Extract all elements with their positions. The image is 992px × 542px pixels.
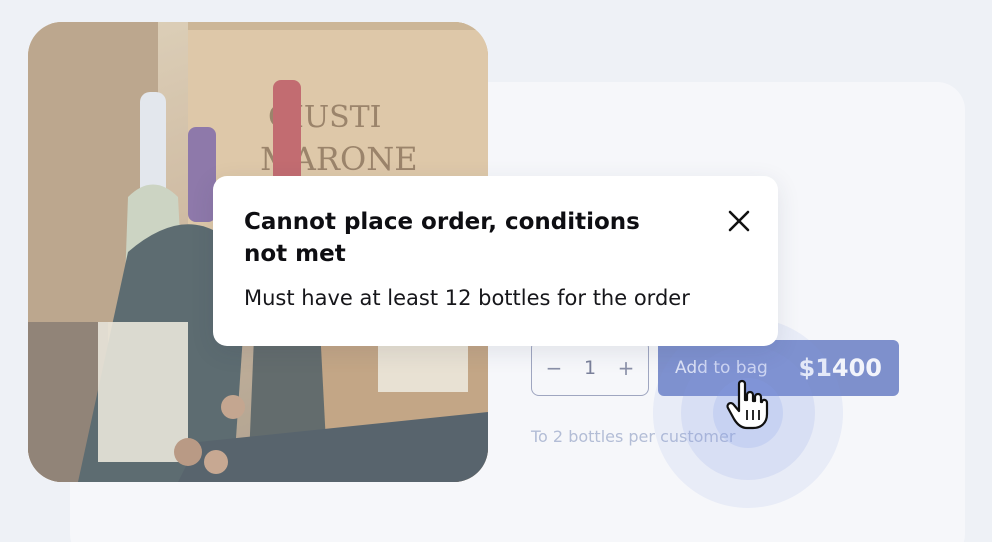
increment-button[interactable]: + [616,356,636,380]
add-to-bag-button[interactable]: Add to bag $1400 [658,340,899,396]
decrement-button[interactable]: − [544,356,564,380]
quantity-stepper[interactable]: − 1 + [531,340,649,396]
toast-title: Cannot place order, conditions not met [244,209,640,267]
limit-note: To 2 bottles per customer [531,427,736,446]
price: $1400 [798,354,883,382]
app-stage: GIUSTI MARONE − 1 + Add to bag $1400 To … [0,0,992,542]
close-icon[interactable] [726,208,752,234]
quantity-value: 1 [583,357,597,379]
add-to-bag-label: Add to bag [675,358,768,378]
error-toast: Cannot place order, conditions not met M… [213,176,778,346]
toast-message: Must have at least 12 bottles for the or… [244,286,690,310]
hand-cursor-icon [726,379,769,430]
